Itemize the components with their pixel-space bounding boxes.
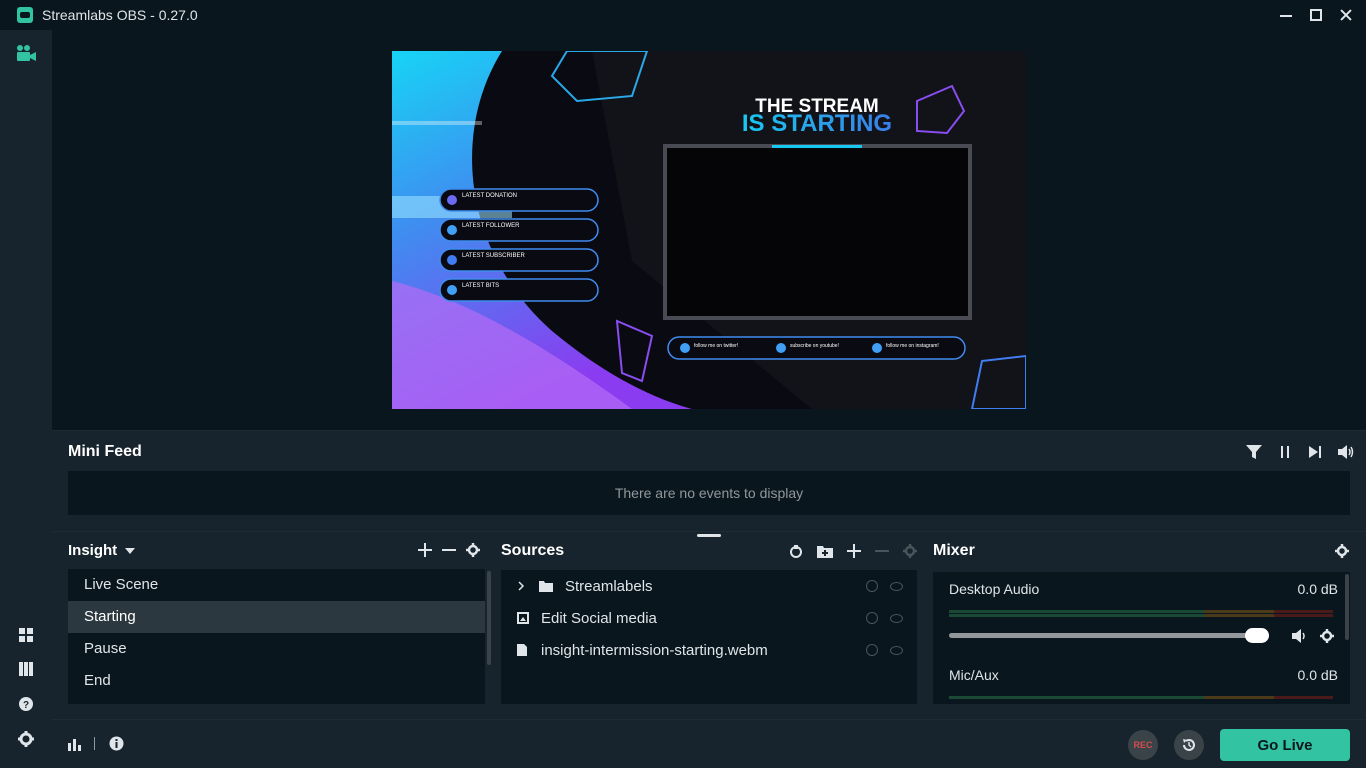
scene-list: Live Scene Starting Pause End [68, 569, 491, 704]
visibility-eye-icon[interactable] [890, 582, 903, 591]
source-item-edit-social-media[interactable]: Edit Social media [501, 602, 917, 634]
preview-social-youtube: subscribe on youtube! [790, 343, 839, 349]
chevron-right-icon[interactable] [517, 581, 525, 591]
volume-slider-handle[interactable] [1245, 628, 1269, 643]
source-name: insight-intermission-starting.webm [541, 641, 768, 659]
image-icon [517, 612, 529, 624]
mini-feed-events: There are no events to display [68, 471, 1350, 515]
mixer-channel-desktop-audio: Desktop Audio [949, 581, 1040, 597]
mini-feed-title: Mini Feed [68, 443, 142, 460]
scene-item-starting[interactable]: Starting [68, 601, 485, 633]
preview-label-follower: LATEST FOLLOWER [462, 223, 520, 229]
record-button-label: REC [1133, 740, 1153, 750]
source-name: Edit Social media [541, 609, 657, 627]
volume-icon[interactable] [1338, 445, 1354, 459]
settings-gear-icon[interactable] [17, 730, 35, 748]
go-live-button[interactable]: Go Live [1220, 729, 1350, 761]
footer-bar: REC Go Live [52, 719, 1366, 768]
mixer-db-desktop-audio: 0.0 dB [1297, 581, 1338, 597]
info-icon[interactable] [109, 736, 124, 751]
source-item-intermission-webm[interactable]: insight-intermission-starting.webm [501, 634, 917, 666]
mini-feed-empty-text: There are no events to display [614, 485, 804, 501]
svg-text:?: ? [23, 700, 29, 711]
add-folder-icon[interactable] [817, 544, 833, 558]
preview-label-subscriber: LATEST SUBSCRIBER [462, 253, 525, 259]
studio-camera-icon[interactable] [15, 44, 37, 62]
chevron-down-icon [125, 547, 136, 554]
skip-icon[interactable] [1308, 445, 1322, 459]
preview-label-donation: LATEST DONATION [462, 193, 517, 199]
remove-scene-icon[interactable] [442, 543, 456, 557]
mixer-title: Mixer [933, 542, 975, 559]
replay-history-icon [1183, 739, 1195, 751]
pause-icon[interactable] [1278, 445, 1292, 459]
mixer-db-mic-aux: 0.0 dB [1297, 667, 1338, 683]
close-button[interactable] [1340, 9, 1352, 21]
left-nav: ? [0, 30, 52, 768]
scene-settings-gear-icon[interactable] [466, 543, 480, 557]
minimize-button[interactable] [1280, 9, 1292, 21]
mixer-channel-mic-aux: Mic/Aux [949, 667, 999, 683]
file-icon [517, 644, 527, 656]
help-icon[interactable]: ? [17, 695, 35, 713]
preview-social-instagram: follow me on instagram! [886, 343, 939, 349]
volume-slider[interactable] [949, 628, 1269, 643]
sources-title: Sources [501, 542, 565, 559]
audio-meter-mic [949, 696, 1333, 704]
mixer-settings-gear-icon[interactable] [1335, 544, 1349, 558]
audio-meter-lower [949, 614, 1333, 622]
mixer-scrollbar[interactable] [1345, 574, 1349, 640]
remove-source-icon[interactable] [875, 544, 889, 558]
editor-panels: Insight Live Scene Starting Pause End So… [52, 531, 1366, 719]
source-properties-gear-icon[interactable] [903, 544, 917, 558]
streamlabs-logo-icon [17, 7, 33, 23]
replay-buffer-button[interactable] [1174, 730, 1204, 760]
record-button[interactable]: REC [1128, 730, 1158, 760]
visibility-eye-icon[interactable] [890, 614, 903, 623]
scene-item-live-scene[interactable]: Live Scene [68, 569, 485, 601]
scene-collection-selector[interactable]: Insight [68, 542, 136, 559]
mixer-list: Desktop Audio 0.0 dB Mic/Aux 0.0 dB [933, 572, 1350, 704]
app-window: Streamlabs OBS - 0.27.0 ? THE STREAM IS … [0, 0, 1366, 768]
footer-divider [94, 737, 95, 750]
preview-label-bits: LATEST BITS [462, 283, 499, 289]
resize-handle-bottom[interactable] [697, 534, 721, 537]
filter-icon[interactable] [1246, 445, 1262, 459]
scene-collection-name: Insight [68, 542, 118, 559]
window-title: Streamlabs OBS - 0.27.0 [42, 7, 198, 23]
scene-item-end[interactable]: End [68, 665, 485, 697]
add-source-icon[interactable] [847, 544, 861, 558]
preview-social-twitter: follow me on twitter! [694, 343, 738, 349]
go-live-label: Go Live [1257, 736, 1313, 754]
scene-list-scrollbar[interactable] [487, 571, 491, 665]
audio-settings-gear-icon[interactable] [1320, 629, 1334, 643]
source-name: Streamlabels [565, 577, 653, 595]
lock-icon[interactable] [866, 644, 878, 656]
visibility-eye-icon[interactable] [890, 646, 903, 655]
mute-volume-icon[interactable] [1292, 629, 1308, 643]
preview-canvas[interactable]: THE STREAM IS STARTING LATEST DONATION L… [392, 51, 1026, 409]
source-list: Streamlabels Edit Social media insight-i… [501, 570, 917, 704]
folder-icon [539, 581, 553, 592]
maximize-button[interactable] [1310, 9, 1322, 21]
lock-icon[interactable] [866, 612, 878, 624]
title-bar: Streamlabs OBS - 0.27.0 [0, 0, 1366, 30]
performance-stats-icon[interactable] [67, 737, 83, 751]
layout-grid-icon[interactable] [17, 626, 35, 644]
lock-icon[interactable] [866, 580, 878, 592]
selective-recording-icon[interactable] [789, 544, 803, 558]
add-scene-icon[interactable] [418, 543, 432, 557]
columns-icon[interactable] [17, 660, 35, 678]
mini-feed-panel: Mini Feed There are no events to display [52, 431, 1366, 531]
source-item-streamlabels[interactable]: Streamlabels [501, 570, 917, 602]
preview-heading-2: IS STARTING [742, 110, 892, 137]
scene-item-pause[interactable]: Pause [68, 633, 485, 665]
